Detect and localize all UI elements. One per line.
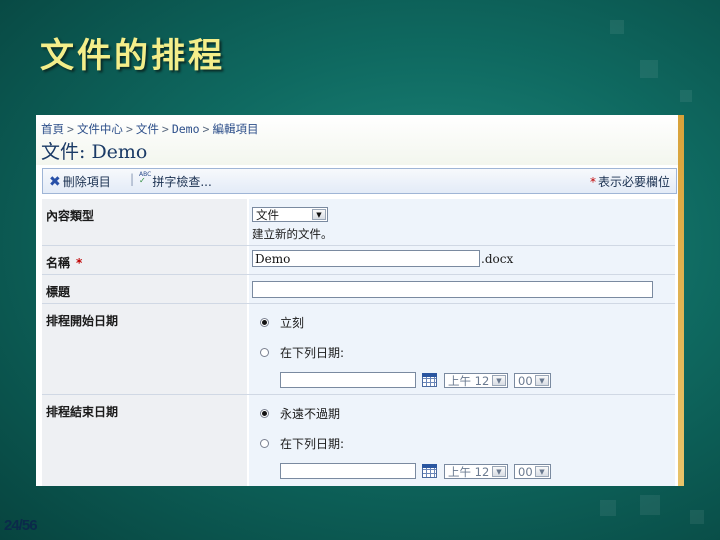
label-name: 名稱 *: [42, 246, 247, 274]
start-now-radio[interactable]: [260, 318, 269, 327]
title-input[interactable]: [252, 281, 653, 298]
field-schedule-start: 立刻 在下列日期: 上午 12 ▼ 00 ▼: [249, 304, 675, 394]
row-schedule-end: 排程結束日期 永遠不過期 在下列日期: 上午 12 ▼ 00 ▼: [42, 395, 675, 486]
name-input[interactable]: [252, 250, 480, 267]
page-header: 首頁 > 文件中心 > 文件 > Demo > 編輯項目 文件: Demo: [36, 115, 684, 165]
spell-check-button[interactable]: ABC ✓ 拼字檢查...: [139, 171, 212, 190]
required-field-note: * 表示必要欄位: [590, 173, 670, 190]
start-minute-select[interactable]: 00 ▼: [514, 373, 551, 388]
breadcrumb-demo[interactable]: Demo: [172, 122, 200, 136]
spell-check-icon: ABC ✓: [139, 171, 152, 185]
delete-icon: ✖: [49, 174, 61, 190]
end-hour-select[interactable]: 上午 12 ▼: [444, 464, 508, 479]
chevron-down-icon: ▼: [492, 466, 506, 477]
name-extension: .docx: [481, 252, 514, 266]
breadcrumb-separator: >: [202, 122, 210, 136]
label-title: 標題: [42, 275, 247, 303]
chevron-down-icon: ▼: [535, 375, 549, 386]
slide-page-number: 24/56: [4, 517, 38, 534]
page-title: 文件: Demo: [41, 141, 148, 163]
start-minute-value: 00: [518, 374, 533, 388]
start-date-label: 在下列日期:: [280, 346, 345, 360]
delete-item-button[interactable]: ✖ 刪除項目: [49, 173, 111, 190]
end-date-radio[interactable]: [260, 439, 269, 448]
row-content-type: 內容類型 文件 ▼ 建立新的文件。: [42, 199, 675, 246]
breadcrumb: 首頁 > 文件中心 > 文件 > Demo > 編輯項目: [41, 121, 258, 137]
chevron-down-icon: ▼: [312, 209, 326, 220]
slide-title: 文件的排程: [40, 36, 225, 76]
label-schedule-start: 排程開始日期: [42, 304, 247, 394]
start-date-input[interactable]: [280, 372, 416, 388]
content-type-select[interactable]: 文件 ▼: [252, 207, 328, 222]
calendar-icon[interactable]: [422, 464, 437, 478]
breadcrumb-separator: >: [125, 122, 133, 136]
breadcrumb-separator: >: [67, 122, 74, 136]
end-minute-select[interactable]: 00 ▼: [514, 464, 551, 479]
breadcrumb-separator: >: [161, 122, 169, 136]
field-title: [249, 275, 675, 303]
start-hour-select[interactable]: 上午 12 ▼: [444, 373, 508, 388]
field-content-type: 文件 ▼ 建立新的文件。: [249, 199, 675, 245]
end-date-label: 在下列日期:: [280, 437, 345, 451]
start-date-radio[interactable]: [260, 348, 269, 357]
background-square: [640, 60, 658, 78]
content-type-hint: 建立新的文件。: [252, 227, 333, 241]
breadcrumb-current: 編輯項目: [212, 122, 259, 136]
breadcrumb-documents[interactable]: 文件: [136, 122, 159, 136]
edit-form: 內容類型 文件 ▼ 建立新的文件。 名稱* .docx 標題: [42, 199, 675, 486]
chevron-down-icon: ▼: [492, 375, 506, 386]
end-hour-value: 上午 12: [448, 465, 490, 479]
end-never-label: 永遠不過期: [280, 407, 341, 421]
start-now-label: 立刻: [280, 316, 305, 330]
end-never-radio[interactable]: [260, 409, 269, 418]
toolbar: ✖ 刪除項目 | ABC ✓ 拼字檢查... * 表示必要欄位: [42, 168, 677, 194]
field-name: .docx: [249, 246, 675, 274]
end-date-input[interactable]: [280, 463, 416, 479]
background-square: [600, 500, 616, 516]
background-square: [610, 20, 624, 34]
spell-check-label: 拼字檢查...: [152, 175, 212, 189]
label-content-type: 內容類型: [42, 199, 247, 245]
row-schedule-start: 排程開始日期 立刻 在下列日期: 上午 12 ▼ 00 ▼: [42, 304, 675, 395]
breadcrumb-home[interactable]: 首頁: [41, 122, 64, 136]
row-name: 名稱* .docx: [42, 246, 675, 275]
background-square: [690, 510, 704, 524]
end-minute-value: 00: [518, 465, 533, 479]
required-note-text: 表示必要欄位: [597, 175, 670, 189]
start-hour-value: 上午 12: [448, 374, 490, 388]
field-schedule-end: 永遠不過期 在下列日期: 上午 12 ▼ 00 ▼: [249, 395, 675, 486]
background-square: [680, 90, 692, 102]
background-square: [640, 495, 660, 515]
page-edge-accent: [678, 115, 684, 486]
breadcrumb-doc-center[interactable]: 文件中心: [77, 122, 123, 136]
required-star: *: [76, 256, 83, 270]
label-schedule-end: 排程結束日期: [42, 395, 247, 486]
row-title: 標題: [42, 275, 675, 304]
delete-item-label: 刪除項目: [62, 175, 111, 189]
toolbar-divider: |: [130, 172, 135, 186]
calendar-icon[interactable]: [422, 373, 437, 387]
chevron-down-icon: ▼: [535, 466, 549, 477]
sharepoint-edit-screenshot: 首頁 > 文件中心 > 文件 > Demo > 編輯項目 文件: Demo ✖ 刪除項目 | AB…: [36, 115, 684, 486]
content-type-value: 文件: [256, 208, 279, 222]
required-star: *: [589, 175, 596, 189]
